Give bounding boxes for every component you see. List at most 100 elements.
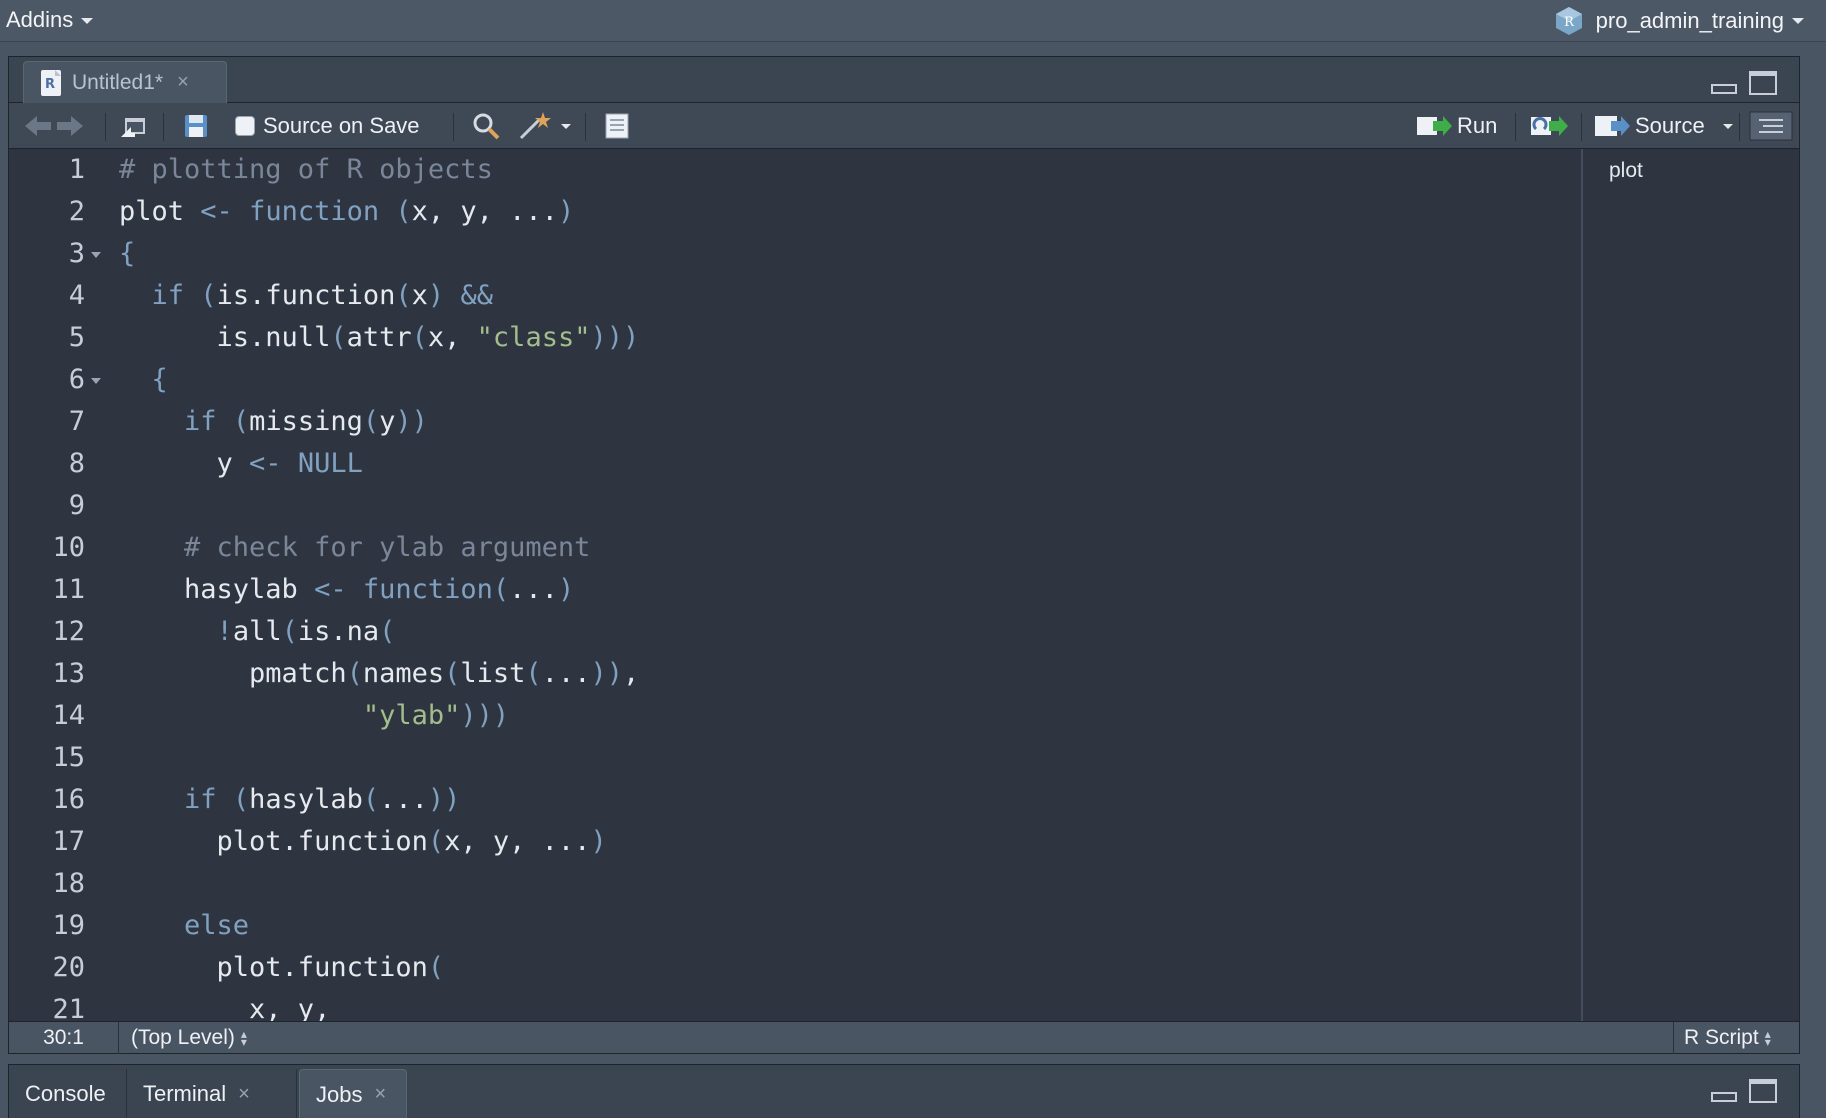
tab-terminal[interactable]: Terminal × bbox=[127, 1069, 297, 1118]
code-token: # plotting of R objects bbox=[119, 154, 493, 185]
code-token: ( bbox=[346, 658, 363, 689]
svg-text:R: R bbox=[45, 77, 55, 92]
scope-selector[interactable]: (Top Level) ▴ ▾ bbox=[131, 1022, 247, 1054]
code-token: ( bbox=[444, 658, 461, 689]
code-token: ( bbox=[281, 616, 298, 647]
code-tools-menu[interactable] bbox=[517, 103, 571, 149]
find-replace-button[interactable] bbox=[471, 103, 501, 149]
code-token: { bbox=[119, 238, 136, 269]
code-token: # check for ylab argument bbox=[184, 532, 591, 563]
code-token: )) bbox=[395, 406, 428, 437]
outline-item-plot[interactable]: plot bbox=[1609, 159, 1643, 183]
tab-untitled1[interactable]: R Untitled1* × bbox=[23, 61, 227, 103]
line-number: 6 bbox=[68, 364, 85, 395]
run-label: Run bbox=[1457, 113, 1498, 138]
close-icon[interactable]: × bbox=[177, 71, 189, 94]
code-line: plot.function(x, y, ...) bbox=[119, 821, 607, 863]
code-token: list bbox=[460, 658, 526, 689]
code-token: ( bbox=[379, 616, 396, 647]
source-label: Source bbox=[1635, 113, 1705, 138]
addins-menu[interactable]: Addins bbox=[6, 7, 94, 33]
line-number: 17 bbox=[52, 826, 85, 857]
maximize-pane-icon[interactable] bbox=[1749, 1079, 1777, 1103]
toolbar-divider bbox=[1581, 113, 1582, 141]
show-in-window-button[interactable] bbox=[119, 103, 149, 149]
source-on-save-toggle[interactable]: Source on Save bbox=[235, 103, 420, 149]
tab-jobs[interactable]: Jobs × bbox=[299, 1069, 407, 1118]
back-button[interactable] bbox=[23, 103, 53, 149]
chevron-down-icon bbox=[561, 123, 571, 129]
rerun-icon bbox=[1531, 116, 1568, 136]
line-number: 8 bbox=[68, 448, 85, 479]
toolbar-divider bbox=[105, 113, 106, 141]
code-token: ( bbox=[427, 952, 445, 983]
fold-toggle-icon[interactable] bbox=[91, 252, 101, 258]
code-line: !all(is.na( bbox=[119, 611, 396, 653]
file-type-selector[interactable]: R Script ▴ ▾ bbox=[1673, 1022, 1799, 1054]
document-outline-button[interactable] bbox=[1749, 103, 1793, 149]
close-icon[interactable]: × bbox=[238, 1083, 250, 1106]
tab-terminal-label: Terminal bbox=[143, 1081, 227, 1106]
tab-jobs-label: Jobs bbox=[316, 1081, 363, 1107]
search-icon bbox=[473, 113, 500, 140]
document-outline-panel: plot bbox=[1581, 149, 1799, 1021]
code-token: ( bbox=[232, 784, 250, 815]
code-line: is.null(attr(x, "class"))) bbox=[119, 317, 640, 359]
code-token: all bbox=[232, 616, 282, 647]
save-button[interactable] bbox=[183, 103, 209, 149]
code-line: if (missing(y)) bbox=[119, 401, 428, 443]
code-line: # check for ylab argument bbox=[119, 527, 590, 569]
code-token: ... bbox=[379, 784, 428, 815]
code-line: { bbox=[119, 233, 135, 275]
addins-label: Addins bbox=[6, 7, 74, 32]
compile-report-button[interactable] bbox=[603, 103, 631, 149]
code-token: else bbox=[184, 910, 250, 941]
line-number: 19 bbox=[52, 910, 85, 941]
up-down-chevron-icon: ▴ ▾ bbox=[240, 1027, 247, 1050]
line-number: 21 bbox=[52, 994, 85, 1021]
editor-toolbar: Source on Save Run Source bbox=[9, 103, 1799, 149]
code-token: x, bbox=[427, 322, 477, 353]
chevron-down-icon bbox=[1722, 123, 1733, 129]
notebook-icon bbox=[605, 113, 629, 139]
maximize-pane-icon[interactable] bbox=[1749, 71, 1777, 95]
editor-statusbar: 30:1 (Top Level) ▴ ▾ R Script ▴ ▾ bbox=[9, 1021, 1799, 1054]
code-editor[interactable]: 1 2 3 4 5 6 7 8 9 10 11 12 13 14 15 16 17 18 19 20 21 # plot… bbox=[9, 149, 1581, 1021]
fold-toggle-icon[interactable] bbox=[91, 378, 101, 384]
minimize-pane-icon[interactable] bbox=[1711, 1092, 1737, 1102]
code-token: ))) bbox=[460, 700, 510, 731]
source-menu-button[interactable]: Source bbox=[1593, 103, 1733, 149]
code-token: ! bbox=[216, 616, 233, 647]
line-number: 12 bbox=[52, 616, 85, 647]
project-label: pro_admin_training bbox=[1595, 8, 1784, 33]
line-number: 4 bbox=[68, 280, 85, 311]
source-on-save-checkbox[interactable] bbox=[235, 116, 255, 136]
line-number-gutter: 1 2 3 4 5 6 7 8 9 10 11 12 13 14 15 16 17 18 19 20 21 bbox=[9, 149, 101, 1021]
project-menu[interactable]: R pro_admin_training bbox=[1554, 6, 1804, 36]
toolbar-divider bbox=[453, 113, 454, 141]
toolbar-divider bbox=[1739, 113, 1740, 141]
minimize-pane-icon[interactable] bbox=[1711, 84, 1737, 94]
close-icon[interactable]: × bbox=[374, 1083, 386, 1106]
code-line: plot <- function (x, y, ...) bbox=[119, 191, 574, 233]
save-icon bbox=[185, 115, 207, 137]
line-number: 16 bbox=[52, 784, 85, 815]
tab-label: Untitled1* bbox=[72, 70, 164, 94]
rerun-button[interactable] bbox=[1529, 103, 1569, 149]
code-token: function bbox=[249, 196, 380, 227]
tab-console[interactable]: Console bbox=[9, 1069, 127, 1118]
line-number: 1 bbox=[68, 154, 85, 185]
chevron-down-icon bbox=[81, 18, 94, 25]
run-button[interactable]: Run bbox=[1415, 103, 1497, 149]
forward-button[interactable] bbox=[55, 103, 85, 149]
code-token: )) bbox=[427, 784, 461, 815]
code-token: ( bbox=[427, 826, 445, 857]
